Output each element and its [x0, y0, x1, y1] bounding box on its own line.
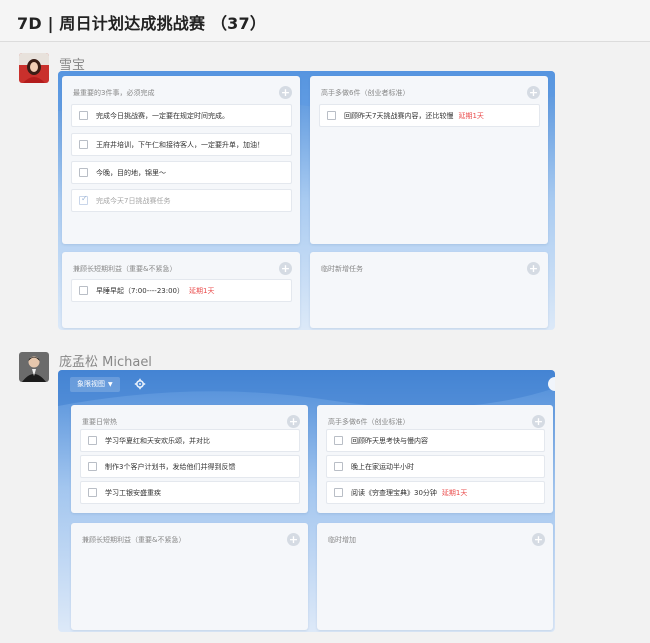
add-task-button[interactable]: + — [527, 86, 540, 99]
view-label: 象限视图 — [77, 380, 105, 388]
task-item[interactable]: 回顾昨天7天挑战赛内容，还比较慢 延期1天 — [319, 104, 540, 127]
task-item[interactable]: 学习工银安盛重疾 — [80, 481, 300, 504]
task-text: 学习华夏红和天安欢乐颂，并对比 — [105, 437, 210, 445]
task-item-completed[interactable]: 完成今天7日挑战赛任务 — [71, 189, 292, 212]
avatar[interactable] — [19, 53, 49, 83]
quadrant-title: 兼顾长短期利益（重要&不紧急） — [73, 265, 177, 273]
task-text: 完成今日挑战赛，一定要在规定时间完成。 — [96, 112, 229, 120]
task-checkbox[interactable] — [79, 168, 88, 177]
task-item[interactable]: 阅读《穷查理宝典》30分钟 延期1天 — [326, 481, 545, 504]
task-checkbox[interactable] — [79, 286, 88, 295]
task-text: 回顾昨天思考快与慢内容 — [351, 437, 428, 445]
quadrant-long-short-term: 兼顾长短期利益（重要&不紧急） + 早睡早起（7:00----23:00） 延期1… — [62, 252, 300, 328]
add-task-button[interactable]: + — [527, 262, 540, 275]
add-task-button[interactable]: + — [532, 415, 545, 428]
quadrant-title: 临时新增任务 — [321, 265, 363, 273]
task-checkbox[interactable] — [327, 111, 336, 120]
add-task-button[interactable]: + — [279, 86, 292, 99]
overdue-badge: 延期1天 — [441, 489, 468, 497]
task-item[interactable]: 学习华夏红和天安欢乐颂，并对比 — [80, 429, 300, 452]
quadrant-title: 最重要的3件事，必须完成 — [73, 89, 155, 97]
add-task-button[interactable]: + — [287, 533, 300, 546]
quadrant-important-urgent: 最重要的3件事，必须完成 + 完成今日挑战赛，一定要在规定时间完成。 王府井培训… — [62, 76, 300, 244]
quadrant-title: 重要日常热 — [82, 418, 117, 426]
caret-down-icon: ▼ — [108, 381, 113, 388]
add-task-button[interactable]: + — [287, 415, 300, 428]
quadrant-title: 高手多做6件（创业标准） — [328, 418, 410, 426]
view-switch-dropdown[interactable]: 象限视图 ▼ — [70, 377, 120, 392]
quadrant-board: 最重要的3件事，必须完成 + 完成今日挑战赛，一定要在规定时间完成。 王府井培训… — [58, 71, 555, 330]
task-item[interactable]: 晚上在家运动半小时 — [326, 455, 545, 478]
task-item[interactable]: 早睡早起（7:00----23:00） 延期1天 — [71, 279, 292, 302]
task-checkbox[interactable] — [334, 488, 343, 497]
add-task-button[interactable]: + — [279, 262, 292, 275]
task-text: 晚上在家运动半小时 — [351, 463, 414, 471]
task-item[interactable]: 王府井培训，下午仁和接待客人，一定要升单，加油！ — [71, 133, 292, 156]
quadrant-important-not-urgent: 高手多做6件（创业者标准） + 回顾昨天7天挑战赛内容，还比较慢 延期1天 — [310, 76, 548, 244]
task-text: 早睡早起（7:00----23:00） — [96, 287, 184, 295]
quadrant-long-short-term: 兼顾长短期利益（重要&不紧急） + — [71, 523, 308, 630]
task-item[interactable]: 今晚，目的地，锦里～ — [71, 161, 292, 184]
task-text: 学习工银安盛重疾 — [105, 489, 161, 497]
task-checkbox[interactable] — [334, 462, 343, 471]
quadrant-board: 象限视图 ▼ 重要日常热 + 学习华夏红和天安欢乐颂，并对比 制作3个客户计划书，… — [58, 370, 555, 632]
expand-handle[interactable] — [548, 377, 555, 391]
task-text: 完成今天7日挑战赛任务 — [96, 197, 171, 205]
quadrant-temporary: 临时增加 + — [317, 523, 553, 630]
quadrant-temporary: 临时新增任务 + — [310, 252, 548, 328]
task-text: 回顾昨天7天挑战赛内容，还比较慢 — [344, 112, 454, 120]
task-item[interactable]: 制作3个客户计划书，发给他们并得到反馈 — [80, 455, 300, 478]
task-checkbox[interactable] — [88, 462, 97, 471]
quadrant-title: 兼顾长短期利益（重要&不紧急） — [82, 536, 186, 544]
task-text: 阅读《穷查理宝典》30分钟 — [351, 489, 437, 497]
task-item[interactable]: 完成今日挑战赛，一定要在规定时间完成。 — [71, 104, 292, 127]
page-header: 7D | 周日计划达成挑战赛 （37） — [0, 0, 650, 42]
overdue-badge: 延期1天 — [458, 112, 484, 120]
task-checkbox[interactable] — [79, 140, 88, 149]
quadrant-title: 高手多做6件（创业者标准） — [321, 89, 410, 97]
quadrant-important-urgent: 重要日常热 + 学习华夏红和天安欢乐颂，并对比 制作3个客户计划书，发给他们并得… — [71, 405, 308, 513]
task-checkbox-checked[interactable] — [79, 194, 88, 205]
task-checkbox[interactable] — [88, 436, 97, 445]
task-item[interactable]: 回顾昨天思考快与慢内容 — [326, 429, 545, 452]
task-checkbox[interactable] — [79, 111, 88, 120]
overdue-badge: 延期1天 — [189, 287, 215, 295]
user-name: 庞孟松 Michael — [59, 355, 152, 370]
settings-gear-icon[interactable] — [134, 378, 146, 390]
task-checkbox[interactable] — [88, 488, 97, 497]
page-title: 7D | 周日计划达成挑战赛 （37） — [17, 14, 267, 33]
add-task-button[interactable]: + — [532, 533, 545, 546]
task-text: 王府井培训，下午仁和接待客人，一定要升单，加油！ — [96, 141, 264, 149]
avatar[interactable] — [19, 352, 49, 382]
quadrant-important-not-urgent: 高手多做6件（创业标准） + 回顾昨天思考快与慢内容 晚上在家运动半小时 阅读《… — [317, 405, 553, 513]
task-checkbox[interactable] — [334, 436, 343, 445]
task-text: 今晚，目的地，锦里～ — [96, 169, 166, 177]
task-text: 制作3个客户计划书，发给他们并得到反馈 — [105, 463, 236, 471]
quadrant-title: 临时增加 — [328, 536, 356, 544]
